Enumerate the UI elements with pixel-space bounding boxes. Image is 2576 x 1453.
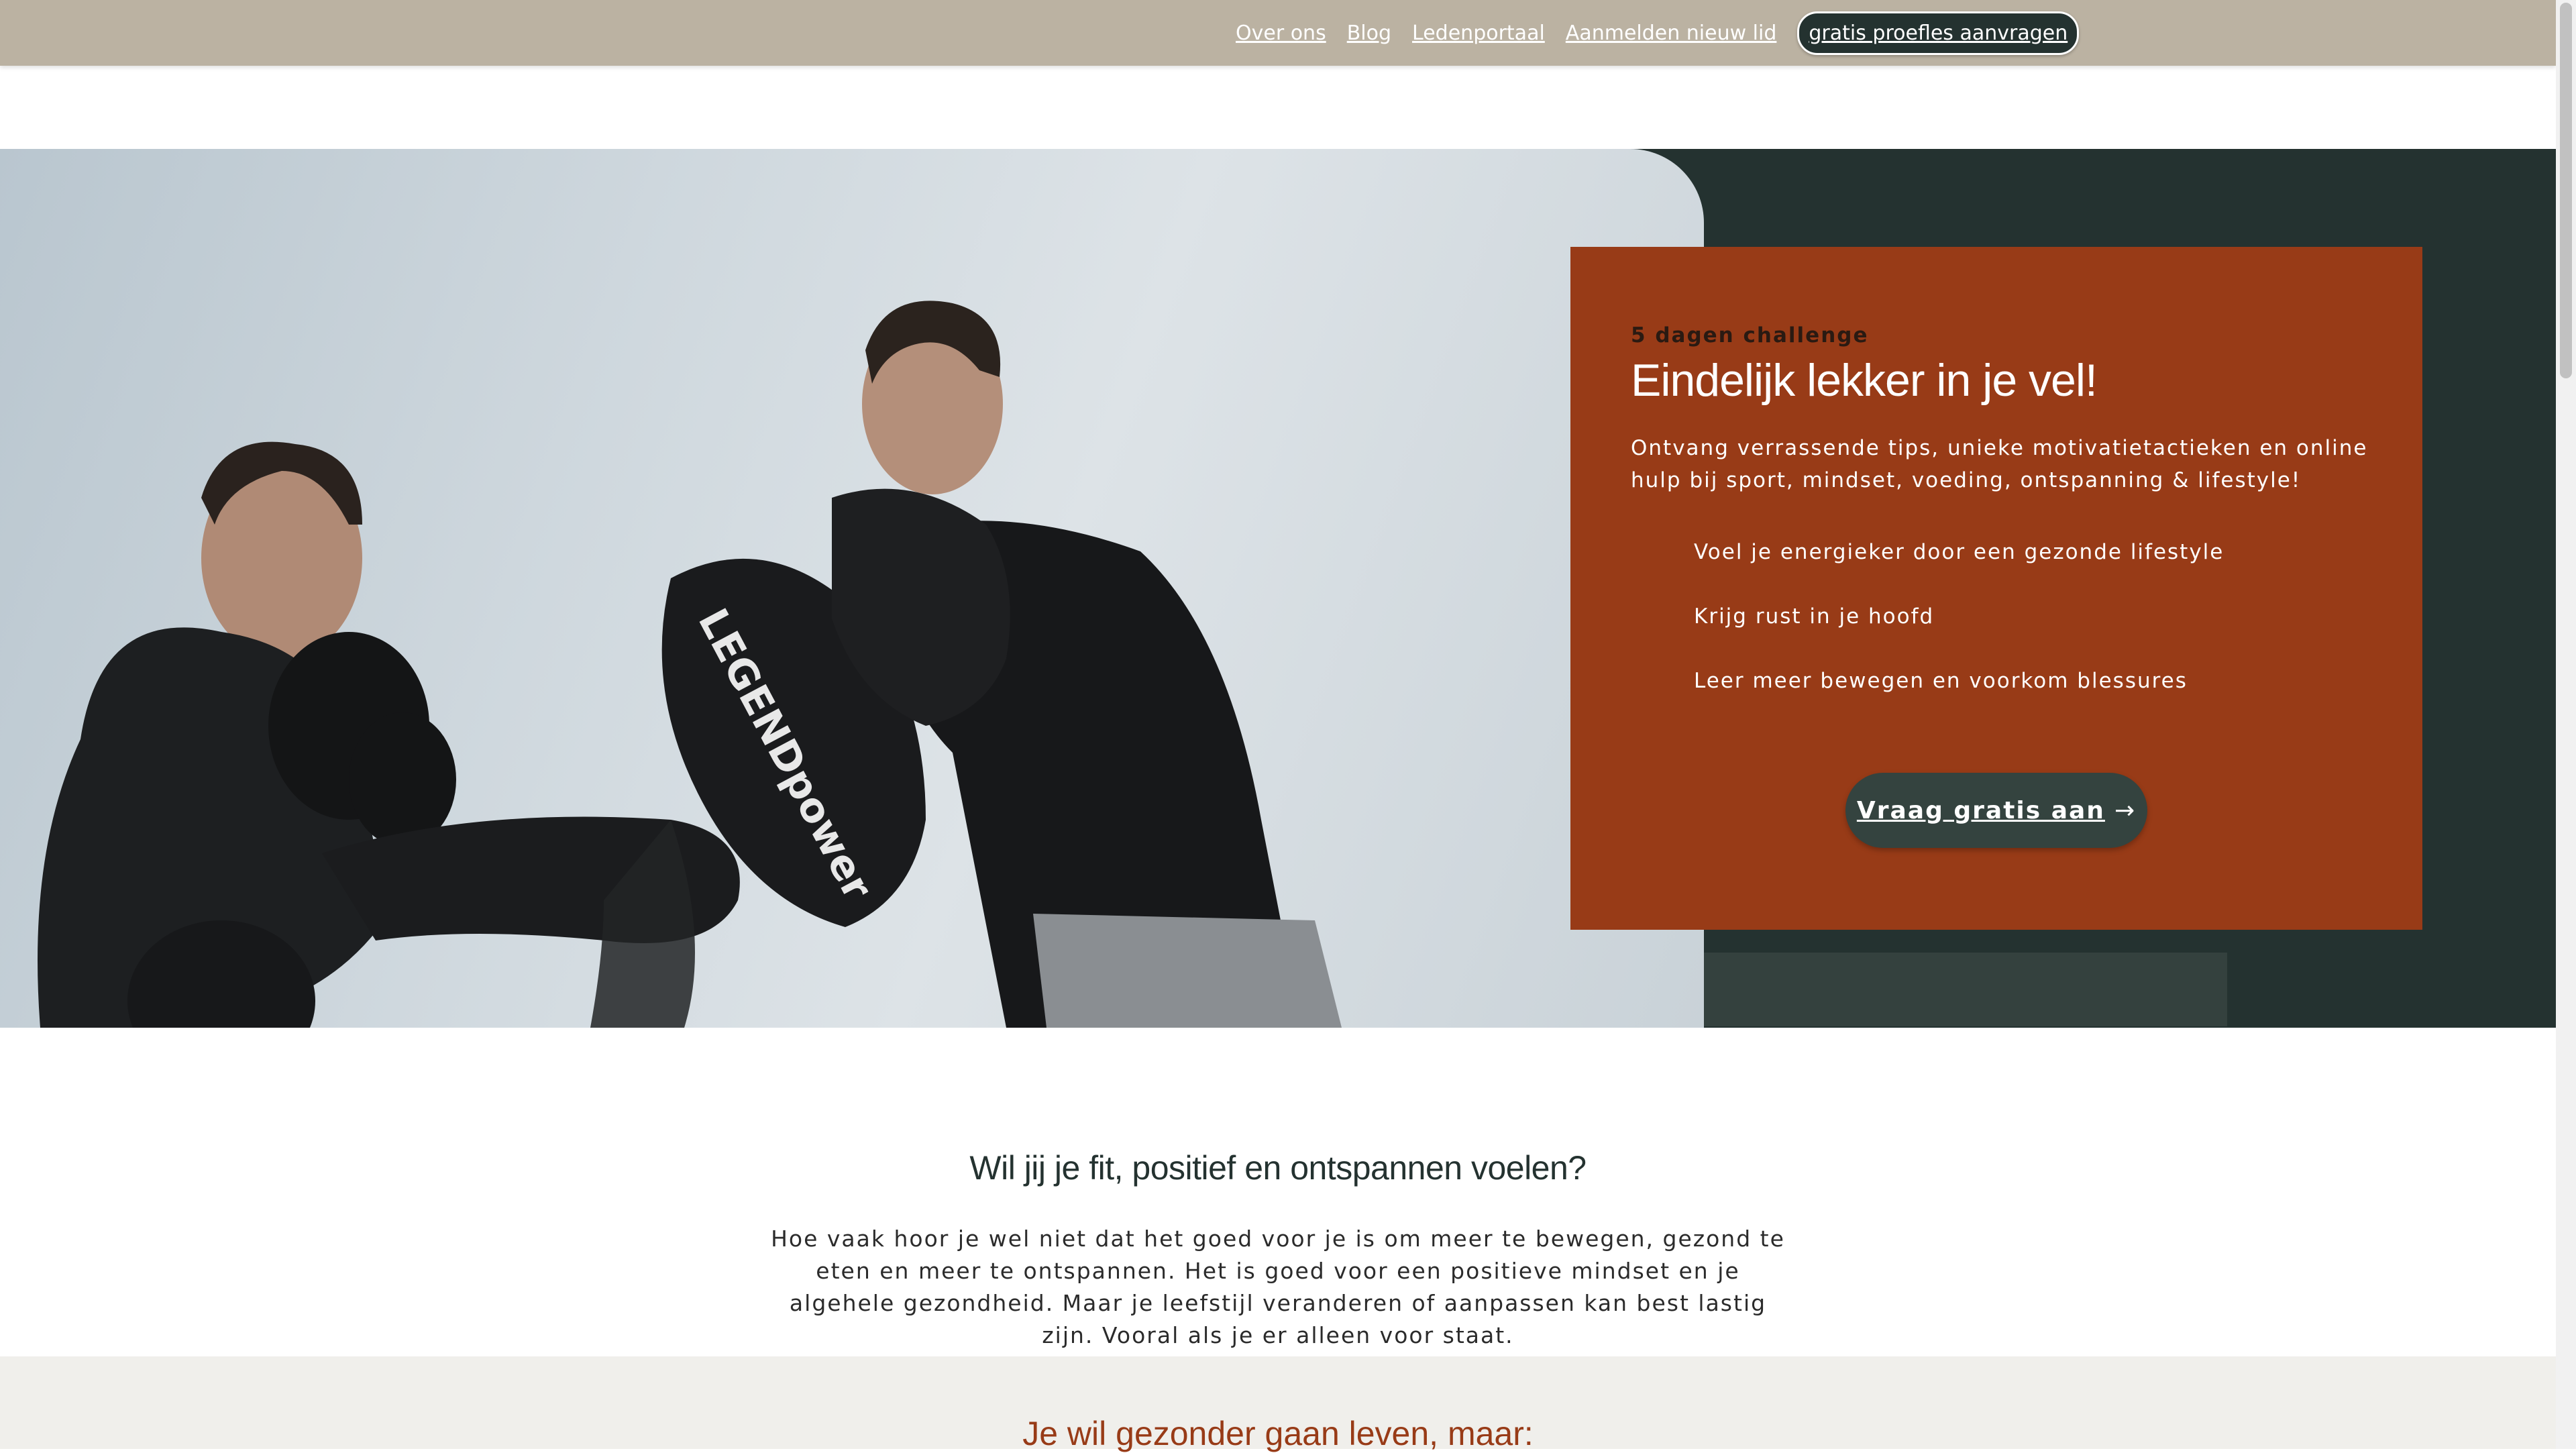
benefit-item: Krijg rust in je hoofd xyxy=(1694,604,1935,629)
benefit-item: Voel je energieker door een gezonde life… xyxy=(1694,540,2224,564)
benefit-item: Leer meer bewegen en voorkom blessures xyxy=(1694,669,2188,693)
button-label: Vraag gratis aan xyxy=(1856,796,2105,824)
arrow-right-icon: → xyxy=(2114,796,2137,824)
hero-photo: LEGENDpower xyxy=(0,149,1704,1028)
benefit-list: Voel je energieker door een gezonde life… xyxy=(1694,535,2224,729)
decorative-block xyxy=(1704,953,2227,1026)
next-section-heading: Je wil gezonder gaan leven, maar: xyxy=(1022,1415,1534,1452)
challenge-description: Ontvang verrassende tips, unieke motivat… xyxy=(1631,436,2368,492)
hero-section: LEGENDpower 5 dagen challenge Eindelijk … xyxy=(0,149,2556,1028)
kickboxing-illustration: LEGENDpower xyxy=(38,301,1342,1028)
vraag-gratis-aan-button[interactable]: Vraag gratis aan → xyxy=(1845,773,2147,848)
top-navigation-bar: Over ons Blog Ledenportaal Aanmelden nie… xyxy=(0,0,2556,66)
nav-link-aanmelden[interactable]: Aanmelden nieuw lid xyxy=(1566,21,1777,45)
nav-link-blog[interactable]: Blog xyxy=(1347,21,1391,45)
proefles-button[interactable]: gratis proefles aanvragen xyxy=(1797,11,2080,55)
challenge-eyebrow: 5 dagen challenge xyxy=(1631,323,1869,347)
page-scrollbar[interactable] xyxy=(2556,0,2576,1449)
scrollbar-thumb[interactable] xyxy=(2560,3,2572,378)
challenge-card: 5 dagen challenge Eindelijk lekker in je… xyxy=(1570,247,2422,930)
main-nav: Over ons Blog Ledenportaal Aanmelden nie… xyxy=(1236,0,2080,66)
nav-link-ledenportaal[interactable]: Ledenportaal xyxy=(1412,21,1545,45)
intro-heading: Wil jij je fit, positief en ontspannen v… xyxy=(969,1149,1587,1187)
intro-paragraph: Hoe vaak hoor je wel niet dat het goed v… xyxy=(771,1226,1785,1348)
challenge-title: Eindelijk lekker in je vel! xyxy=(1631,355,2098,406)
nav-link-over-ons[interactable]: Over ons xyxy=(1236,21,1326,45)
